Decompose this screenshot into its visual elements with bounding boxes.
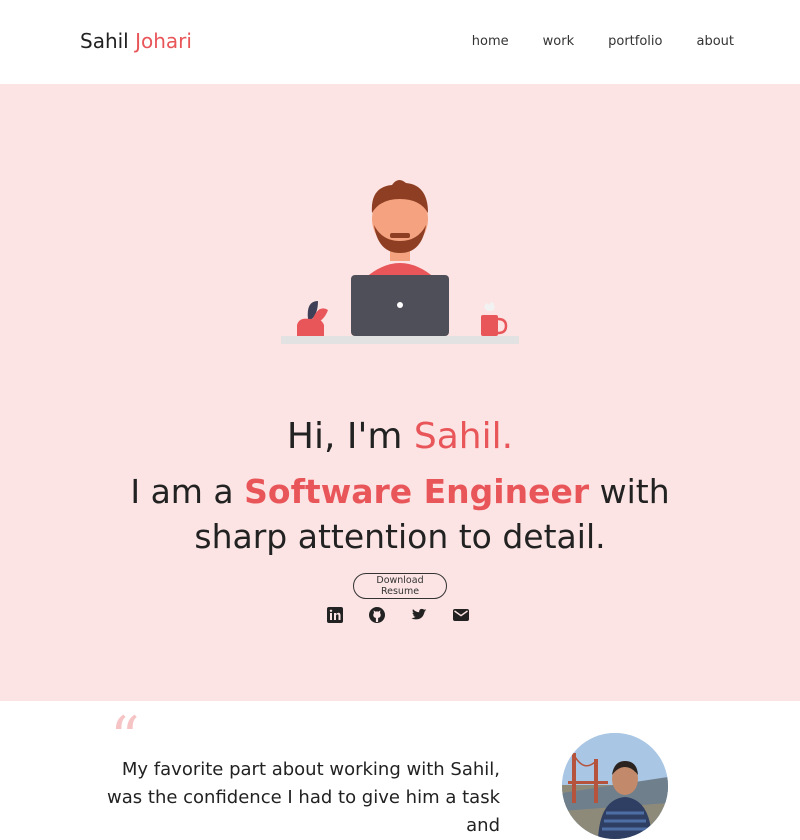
email-icon[interactable] xyxy=(453,607,471,625)
hero-section: Hi, I'm Sahil. I am a Software Engineer … xyxy=(0,84,800,701)
testimonial-quote: My favorite part about working with Sahi… xyxy=(107,759,500,836)
hero-tagline: I am a Software Engineer with sharp atte… xyxy=(100,469,700,559)
developer-illustration xyxy=(281,179,519,344)
github-icon[interactable] xyxy=(369,607,387,625)
main-nav: home work portfolio about xyxy=(438,34,734,49)
brand-first-name: Sahil xyxy=(80,29,129,53)
download-resume-button[interactable]: Download Resume xyxy=(353,573,447,599)
brand-logo[interactable]: Sahil Johari xyxy=(80,29,192,53)
tagline-role: Software Engineer xyxy=(244,472,590,511)
hero-greeting: Hi, I'm Sahil. xyxy=(0,416,800,457)
tagline-prefix: I am a xyxy=(130,472,245,511)
twitter-icon[interactable] xyxy=(411,607,429,625)
testimonial-section: “ My favorite part about working with Sa… xyxy=(0,701,800,839)
greeting-prefix: Hi, I'm xyxy=(286,416,414,457)
social-links xyxy=(327,607,495,625)
nav-work-link[interactable]: work xyxy=(543,34,574,49)
nav-about-link[interactable]: about xyxy=(696,34,734,49)
site-header: Sahil Johari home work portfolio about xyxy=(0,0,800,84)
greeting-name: Sahil. xyxy=(413,416,514,457)
brand-last-name: Johari xyxy=(135,29,192,53)
testimonial-avatar xyxy=(562,733,668,839)
linkedin-icon[interactable] xyxy=(327,607,345,625)
nav-home-link[interactable]: home xyxy=(472,34,509,49)
nav-portfolio-link[interactable]: portfolio xyxy=(608,34,662,49)
